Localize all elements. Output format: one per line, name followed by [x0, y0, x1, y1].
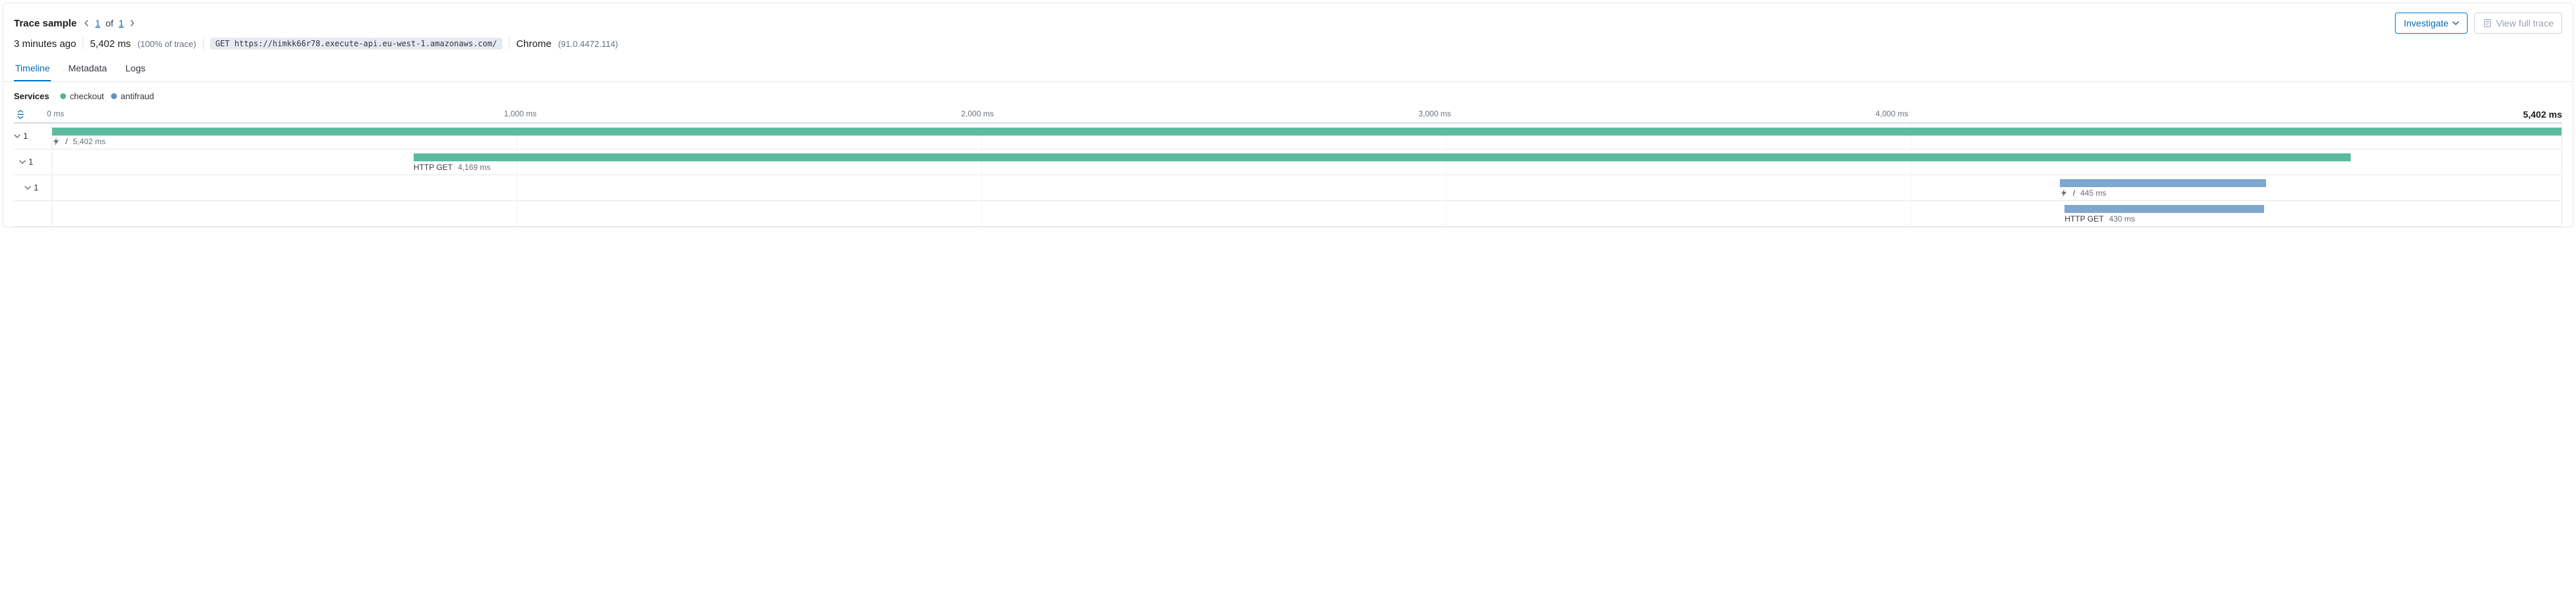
document-icon	[2483, 19, 2492, 28]
span-toggle	[3, 201, 52, 225]
browser-name: Chrome	[516, 38, 551, 50]
pager-of: of	[106, 18, 114, 28]
browser-version: (91.0.4472.114)	[558, 39, 618, 49]
trace-duration: 5,402 ms	[90, 38, 131, 50]
trace-pct: (100% of trace)	[137, 39, 196, 49]
span-track: / 445 ms	[52, 175, 2562, 200]
tab-metadata[interactable]: Metadata	[67, 56, 108, 81]
trace-age: 3 minutes ago	[14, 38, 76, 50]
span-bar[interactable]	[414, 153, 2351, 161]
tab-logs[interactable]: Logs	[124, 56, 147, 81]
span-toggle[interactable]: 1	[3, 149, 52, 174]
separator	[203, 38, 204, 50]
span-child-count: 1	[34, 182, 38, 192]
tabs: Timeline Metadata Logs	[3, 56, 2573, 82]
span-label: / 445 ms	[2060, 188, 2107, 198]
legend-item-label: antifraud	[121, 91, 155, 101]
panel-header: Trace sample 1 of 1 Investigate	[3, 3, 2573, 36]
services-legend: Services checkout antifraud	[3, 82, 2573, 105]
pager-next-icon[interactable]	[129, 20, 135, 26]
span-name: /	[65, 137, 67, 146]
span-toggle[interactable]: 1	[3, 124, 52, 148]
axis-tick: 4,000 ms	[1875, 109, 1908, 118]
waterfall: 1 / 5,402 ms 1 HTTP GET 4,169 ms 1 / 445 ms HTTP …	[3, 124, 2573, 227]
timeline-axis: 0 ms 1,000 ms 2,000 ms 3,000 ms 4,000 ms 5,4…	[3, 105, 2573, 122]
span-toggle[interactable]: 1	[3, 175, 52, 200]
span-child-count: 1	[28, 157, 33, 167]
span-label: HTTP GET 430 ms	[2065, 214, 2135, 223]
span-duration: 430 ms	[2109, 214, 2135, 223]
span-row[interactable]: HTTP GET 430 ms	[3, 201, 2573, 226]
legend-item-antifraud[interactable]: antifraud	[111, 91, 155, 101]
axis-tick: 2,000 ms	[961, 109, 993, 118]
span-name: /	[2073, 188, 2075, 198]
span-duration: 5,402 ms	[73, 137, 105, 146]
span-duration: 4,169 ms	[458, 163, 490, 172]
separator	[509, 38, 510, 50]
axis-end-label: 5,402 ms	[2523, 109, 2562, 120]
legend-title: Services	[14, 91, 50, 101]
pager-prev-icon[interactable]	[83, 20, 90, 26]
chevron-down-icon	[24, 184, 31, 191]
span-name: HTTP GET	[2065, 214, 2103, 223]
view-full-trace-label: View full trace	[2496, 18, 2554, 28]
bolt-icon	[52, 138, 60, 145]
axis-tick: 0 ms	[47, 109, 64, 118]
trace-pager: 1 of 1	[83, 18, 135, 28]
span-label: HTTP GET 4,169 ms	[414, 163, 490, 172]
span-child-count: 1	[23, 131, 28, 141]
chevron-down-icon	[19, 159, 26, 165]
request-pill[interactable]: GET https://himkk66r78.execute-api.eu-we…	[210, 38, 502, 50]
trace-sample-panel: Trace sample 1 of 1 Investigate	[3, 3, 2573, 227]
pager-total[interactable]: 1	[119, 18, 124, 28]
span-name: HTTP GET	[414, 163, 453, 172]
panel-title: Trace sample	[14, 18, 77, 29]
span-track: / 5,402 ms	[52, 124, 2562, 148]
span-row[interactable]: 1 HTTP GET 4,169 ms	[3, 149, 2573, 175]
tab-timeline[interactable]: Timeline	[14, 56, 51, 81]
pager-current[interactable]: 1	[95, 18, 100, 28]
axis-tick: 1,000 ms	[504, 109, 537, 118]
axis-tick: 3,000 ms	[1418, 109, 1451, 118]
collapse-all-icon[interactable]	[14, 108, 27, 121]
bolt-icon	[2060, 189, 2068, 197]
legend-dot-icon	[111, 93, 117, 99]
span-bar[interactable]	[2065, 205, 2264, 213]
span-bar[interactable]	[2060, 179, 2267, 187]
axis-track: 0 ms 1,000 ms 2,000 ms 3,000 ms 4,000 ms	[47, 109, 2517, 120]
chevron-down-icon	[2452, 20, 2459, 26]
header-actions: Investigate View full trace	[2395, 13, 2562, 34]
legend-item-checkout[interactable]: checkout	[60, 91, 104, 101]
investigate-label: Investigate	[2404, 18, 2448, 28]
legend-dot-icon	[60, 93, 66, 99]
span-label: / 5,402 ms	[52, 137, 106, 146]
legend-item-label: checkout	[70, 91, 104, 101]
trace-meta: 3 minutes ago 5,402 ms (100% of trace) G…	[3, 36, 2573, 56]
span-duration: 445 ms	[2080, 188, 2106, 198]
investigate-button[interactable]: Investigate	[2395, 13, 2468, 34]
span-track: HTTP GET 430 ms	[52, 201, 2562, 225]
span-track: HTTP GET 4,169 ms	[52, 149, 2562, 174]
span-bar[interactable]	[52, 128, 2561, 136]
view-full-trace-button[interactable]: View full trace	[2474, 13, 2562, 34]
span-row[interactable]: 1 / 5,402 ms	[3, 124, 2573, 149]
span-row[interactable]: 1 / 445 ms	[3, 175, 2573, 200]
chevron-down-icon	[14, 133, 20, 140]
